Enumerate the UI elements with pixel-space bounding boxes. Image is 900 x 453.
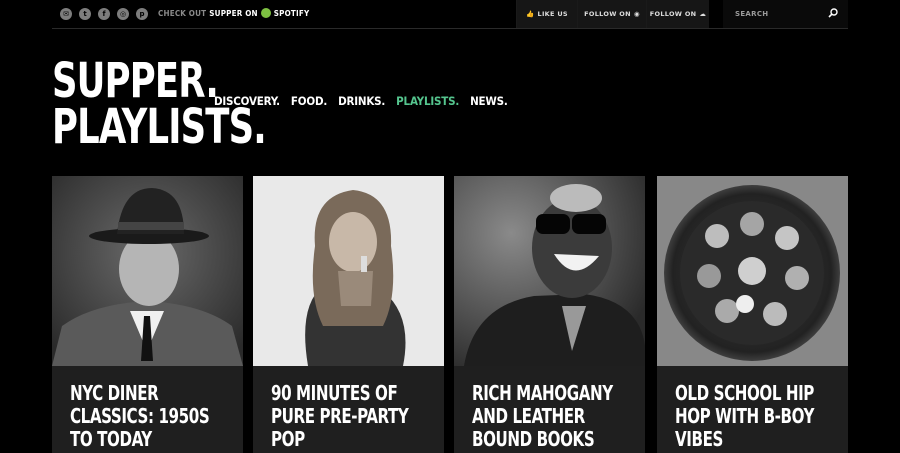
main-nav: DISCOVERY. FOOD. DRINKS. PLAYLISTS. NEWS… <box>214 94 508 108</box>
playlist-image-pop <box>253 176 444 366</box>
playlist-title[interactable]: OLD SCHOOL HIP HOP WITH B-BOY VIBES <box>675 382 818 451</box>
search-icon[interactable] <box>828 8 838 18</box>
search-box <box>723 0 848 28</box>
playlist-image-soul <box>454 176 645 366</box>
instagram-icon[interactable]: ◎ <box>117 8 129 20</box>
soundcloud-icon: ☁ <box>699 10 707 18</box>
follow-spotify-button[interactable]: FOLLOW ON ◉ <box>577 0 646 28</box>
follow-spotify-label: FOLLOW ON <box>584 10 631 18</box>
twitter-icon[interactable]: t <box>79 8 91 20</box>
top-bar: ✉ t f ◎ p CHECK OUT SUPPER ON SPOTIFY 👍 … <box>52 0 848 29</box>
playlist-card[interactable]: RICH MAHOGANY AND LEATHER BOUND BOOKS <box>454 176 645 453</box>
mail-icon[interactable]: ✉ <box>60 8 72 20</box>
playlist-title[interactable]: NYC DINER CLASSICS: 1950S TO TODAY <box>70 382 213 451</box>
spotify-icon <box>260 8 271 18</box>
playlist-card[interactable]: 90 MINUTES OF PURE PRE-PARTY POP <box>253 176 444 453</box>
nav-news[interactable]: NEWS. <box>470 94 508 108</box>
facebook-icon[interactable]: f <box>98 8 110 20</box>
nav-playlists[interactable]: PLAYLISTS. <box>396 94 459 108</box>
like-us-label: LIKE US <box>537 10 568 18</box>
pinterest-icon[interactable]: p <box>136 8 148 20</box>
spotify-promo-link[interactable]: CHECK OUT SUPPER ON SPOTIFY <box>158 8 309 18</box>
social-actions: 👍 LIKE US FOLLOW ON ◉ FOLLOW ON ☁ <box>516 0 709 28</box>
nav-discovery[interactable]: DISCOVERY. <box>214 94 280 108</box>
playlist-title[interactable]: RICH MAHOGANY AND LEATHER BOUND BOOKS <box>472 382 615 451</box>
checkout-service: SPOTIFY <box>273 8 310 18</box>
checkout-prefix: CHECK OUT <box>158 8 207 18</box>
social-links: ✉ t f ◎ p <box>60 8 148 20</box>
nav-drinks[interactable]: DRINKS. <box>338 94 385 108</box>
logo-line-2: PLAYLISTS. <box>52 99 267 155</box>
playlist-image-hiphop <box>657 176 848 366</box>
checkout-brand: SUPPER ON <box>209 8 258 18</box>
follow-soundcloud-button[interactable]: FOLLOW ON ☁ <box>646 0 709 28</box>
thumbs-up-icon: 👍 <box>526 10 535 18</box>
follow-soundcloud-label: FOLLOW ON <box>649 10 697 18</box>
search-input[interactable] <box>733 9 827 19</box>
playlist-title[interactable]: 90 MINUTES OF PURE PRE-PARTY POP <box>271 382 414 451</box>
playlist-card[interactable]: NYC DINER CLASSICS: 1950S TO TODAY <box>52 176 243 453</box>
like-us-button[interactable]: 👍 LIKE US <box>516 0 577 28</box>
playlist-grid: NYC DINER CLASSICS: 1950S TO TODAY 90 MI… <box>52 176 848 453</box>
playlist-image-crooner <box>52 176 243 366</box>
playlist-card[interactable]: OLD SCHOOL HIP HOP WITH B-BOY VIBES <box>657 176 848 453</box>
nav-food[interactable]: FOOD. <box>291 94 327 108</box>
spotify-small-icon: ◉ <box>633 10 640 18</box>
